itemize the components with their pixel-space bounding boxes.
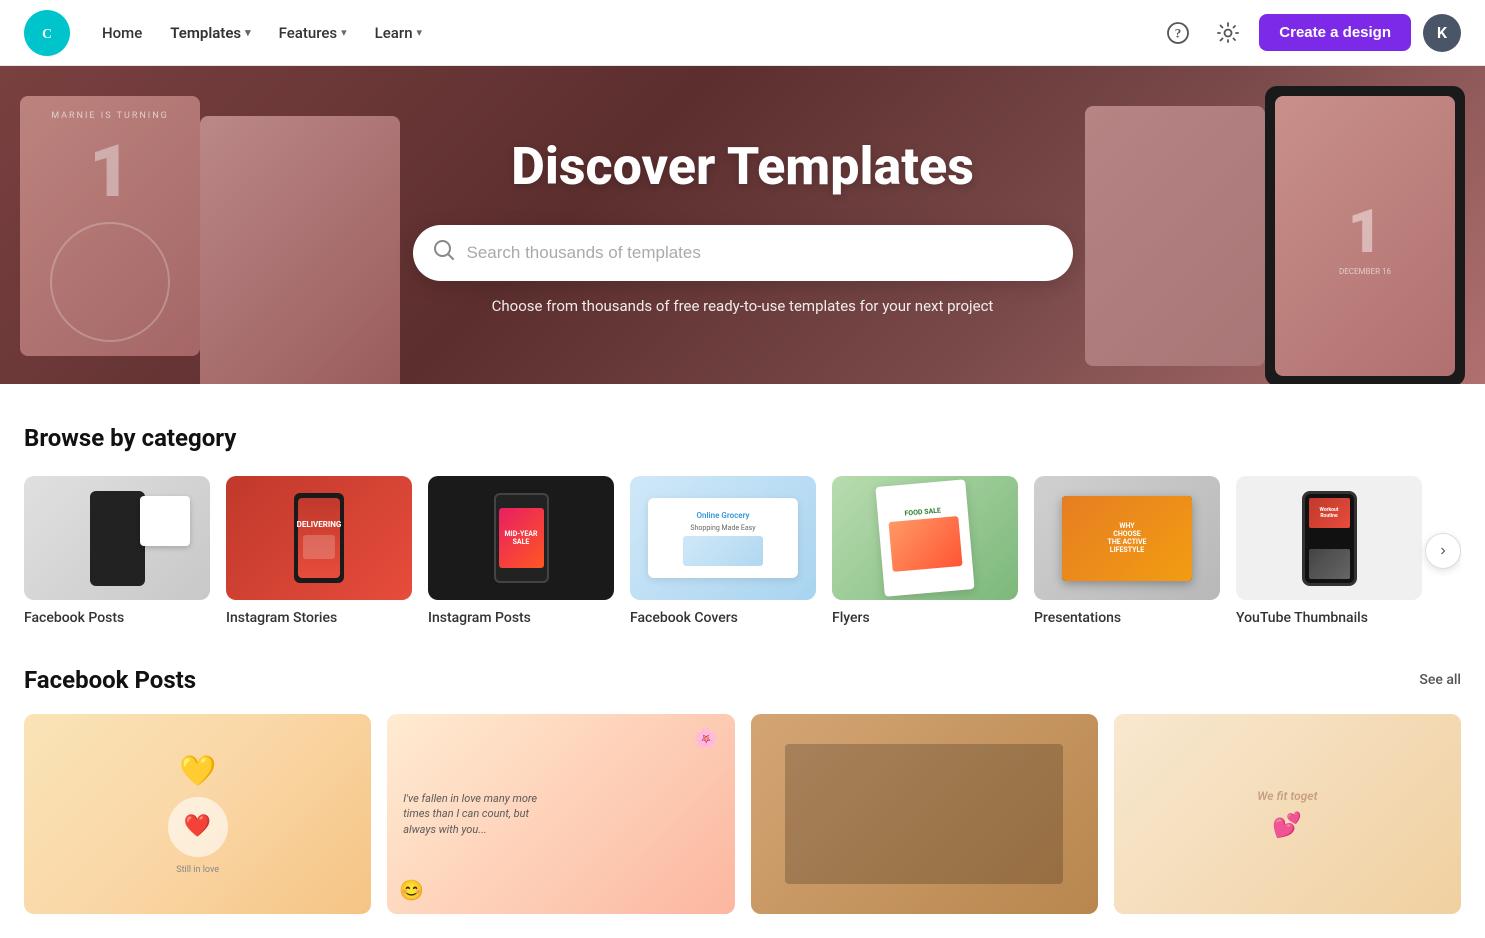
nav-learn[interactable]: Learn ▾	[363, 16, 434, 50]
nav-right: ? Create a design K	[1159, 14, 1461, 52]
facebook-posts-see-all[interactable]: See all	[1419, 672, 1461, 688]
category-facebook-covers-image: Online Grocery Shopping Made Easy	[630, 476, 816, 600]
navbar: C Home Templates ▾ Features ▾ Learn ▾ ?	[0, 0, 1485, 66]
category-youtube-thumbnails[interactable]: WorkoutRoutine YouTube Thumbnails	[1236, 476, 1422, 626]
category-flyers[interactable]: FOOD SALE Flyers	[832, 476, 1018, 626]
search-input[interactable]	[467, 243, 1053, 263]
templates-chevron: ▾	[245, 26, 251, 39]
carousel-next-button[interactable]: ›	[1425, 533, 1461, 569]
facebook-posts-grid: 💛 ❤️ Still in love I've fallen in love m…	[24, 714, 1461, 914]
category-instagram-stories-label: Instagram Stories	[226, 610, 412, 626]
categories-row: Facebook Posts DELIVERING Instagram Stor…	[24, 476, 1461, 626]
browse-section: Browse by category Facebook Posts	[0, 384, 1485, 650]
category-facebook-posts-image	[24, 476, 210, 600]
nav-home[interactable]: Home	[90, 16, 154, 50]
nav-templates[interactable]: Templates ▾	[158, 16, 262, 50]
category-facebook-posts-label: Facebook Posts	[24, 610, 210, 626]
category-youtube-thumbnails-image: WorkoutRoutine	[1236, 476, 1422, 600]
facebook-posts-header: Facebook Posts See all	[24, 666, 1461, 694]
browse-title: Browse by category	[24, 424, 1461, 452]
category-youtube-thumbnails-label: YouTube Thumbnails	[1236, 610, 1422, 626]
hero-subtitle: Choose from thousands of free ready-to-u…	[413, 297, 1073, 315]
hero-search-bar[interactable]	[413, 225, 1073, 281]
nav-links: Home Templates ▾ Features ▾ Learn ▾	[90, 16, 1159, 50]
category-instagram-posts-image: MID-YEARSALE	[428, 476, 614, 600]
help-icon: ?	[1167, 22, 1189, 44]
facebook-posts-section: Facebook Posts See all 💛 ❤️ Still in lov…	[0, 650, 1485, 938]
hero-content: Discover Templates Choose from thousands…	[393, 136, 1093, 315]
create-design-button[interactable]: Create a design	[1259, 14, 1411, 51]
facebook-posts-title: Facebook Posts	[24, 666, 196, 694]
category-instagram-stories-image: DELIVERING	[226, 476, 412, 600]
facebook-post-card-4[interactable]: We fit toget 💕	[1114, 714, 1461, 914]
facebook-post-card-1[interactable]: 💛 ❤️ Still in love	[24, 714, 371, 914]
user-avatar[interactable]: K	[1423, 14, 1461, 52]
category-instagram-posts-label: Instagram Posts	[428, 610, 614, 626]
category-facebook-posts[interactable]: Facebook Posts	[24, 476, 210, 626]
category-instagram-stories[interactable]: DELIVERING Instagram Stories	[226, 476, 412, 626]
hero-left-deco: Marnie is Turning 1	[0, 66, 420, 384]
hero-section: Marnie is Turning 1 1 December 16 Discov…	[0, 66, 1485, 384]
category-flyers-label: Flyers	[832, 610, 1018, 626]
facebook-post-card-2[interactable]: I've fallen in love many moretimes than …	[387, 714, 734, 914]
features-chevron: ▾	[341, 26, 347, 39]
category-presentations-image: WHYCHOOSETHE ACTIVELIFESTYLE	[1034, 476, 1220, 600]
help-button[interactable]: ?	[1159, 14, 1197, 52]
hero-title: Discover Templates	[413, 136, 1073, 197]
category-facebook-covers-label: Facebook Covers	[630, 610, 816, 626]
nav-features[interactable]: Features ▾	[267, 16, 359, 50]
hero-right-deco: 1 December 16	[1065, 66, 1485, 384]
gear-icon	[1217, 22, 1239, 44]
category-flyers-image: FOOD SALE	[832, 476, 1018, 600]
category-instagram-posts[interactable]: MID-YEARSALE Instagram Posts	[428, 476, 614, 626]
category-presentations-label: Presentations	[1034, 610, 1220, 626]
search-icon	[433, 239, 455, 266]
settings-button[interactable]	[1209, 14, 1247, 52]
learn-chevron: ▾	[417, 26, 423, 39]
category-facebook-covers[interactable]: Online Grocery Shopping Made Easy Facebo…	[630, 476, 816, 626]
svg-text:C: C	[42, 25, 52, 40]
facebook-post-card-3[interactable]	[751, 714, 1098, 914]
svg-text:?: ?	[1175, 25, 1182, 40]
category-presentations[interactable]: WHYCHOOSETHE ACTIVELIFESTYLE Presentatio…	[1034, 476, 1220, 626]
canva-logo[interactable]: C	[24, 10, 70, 56]
